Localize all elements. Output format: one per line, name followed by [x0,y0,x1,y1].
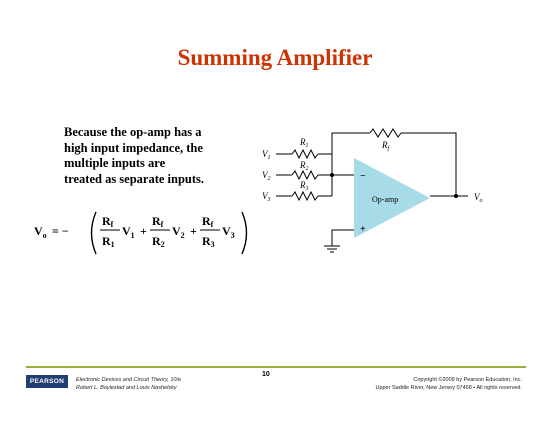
inverting-sign: − [360,171,366,182]
rf-resistor [369,128,402,138]
term1-den: R1 [102,234,115,249]
body-line: treated as separate inputs. [64,171,205,186]
term2-den: R2 [152,234,165,249]
copyright-line: Copyright ©2009 by Pearson Education, In… [413,377,522,383]
v2-label: V2 [262,170,271,182]
footer-rule [26,366,526,368]
ground-wire [331,229,354,246]
footer-copyright: Copyright ©2009 by Pearson Education, In… [375,376,522,392]
r1-resistor [291,148,319,160]
book-authors: Robert L. Boylestad and Louis Nashelsky [76,385,177,391]
term1-num: Rf [102,214,114,229]
footer-book-info: Electronic Devices and Circuit Theory, 1… [76,376,181,392]
body-line: high input impedance, the [64,140,203,155]
r3-label: R3 [299,180,309,192]
noninverting-sign: + [360,224,366,235]
vo-label: Vo [474,192,483,204]
term3-den: R3 [202,234,215,249]
address-line: Upper Saddle River, New Jersey 07458 • A… [375,385,522,391]
summing-amplifier-circuit: R1 R2 R3 Rf V1 V2 V3 Vo − + Op-amp [262,128,483,253]
r1-label: R1 [299,137,309,149]
term2-num: Rf [152,214,164,229]
left-paren [90,211,97,255]
right-paren [241,211,248,255]
feedback-wire-right [401,132,457,196]
page-number: 10 [262,371,270,378]
r3-resistor [291,190,319,202]
pearson-logo: PEARSON [26,375,68,388]
summing-node-dot [330,173,334,177]
term1-var: V1 [122,224,135,240]
output-node-dot [454,194,458,198]
summing-formula: Vo = − Rf R1 V1 + Rf R2 V2 + Rf R3 V3 [34,211,248,255]
formula-equals: = − [52,224,69,238]
term2-var: V2 [172,224,185,240]
opamp-label: Op-amp [372,195,398,204]
book-title: Electronic Devices and Circuit Theory, 1… [76,377,182,383]
body-line: Because the op-amp has a [64,125,202,139]
slide-title: Summing Amplifier [177,45,373,70]
term3-num: Rf [202,214,214,229]
r2-resistor [291,169,319,181]
r2-label: R2 [299,160,309,172]
v1-label: V1 [262,149,271,161]
term3-var: V3 [222,224,235,240]
formula-lhs: Vo [34,224,47,240]
rf-label: Rf [381,140,391,152]
body-line: multiple inputs are [64,156,166,170]
plus-1: + [140,224,147,238]
body-text: Because the op-amp has a high input impe… [64,125,244,187]
v3-label: V3 [262,191,271,203]
plus-2: + [190,224,197,238]
